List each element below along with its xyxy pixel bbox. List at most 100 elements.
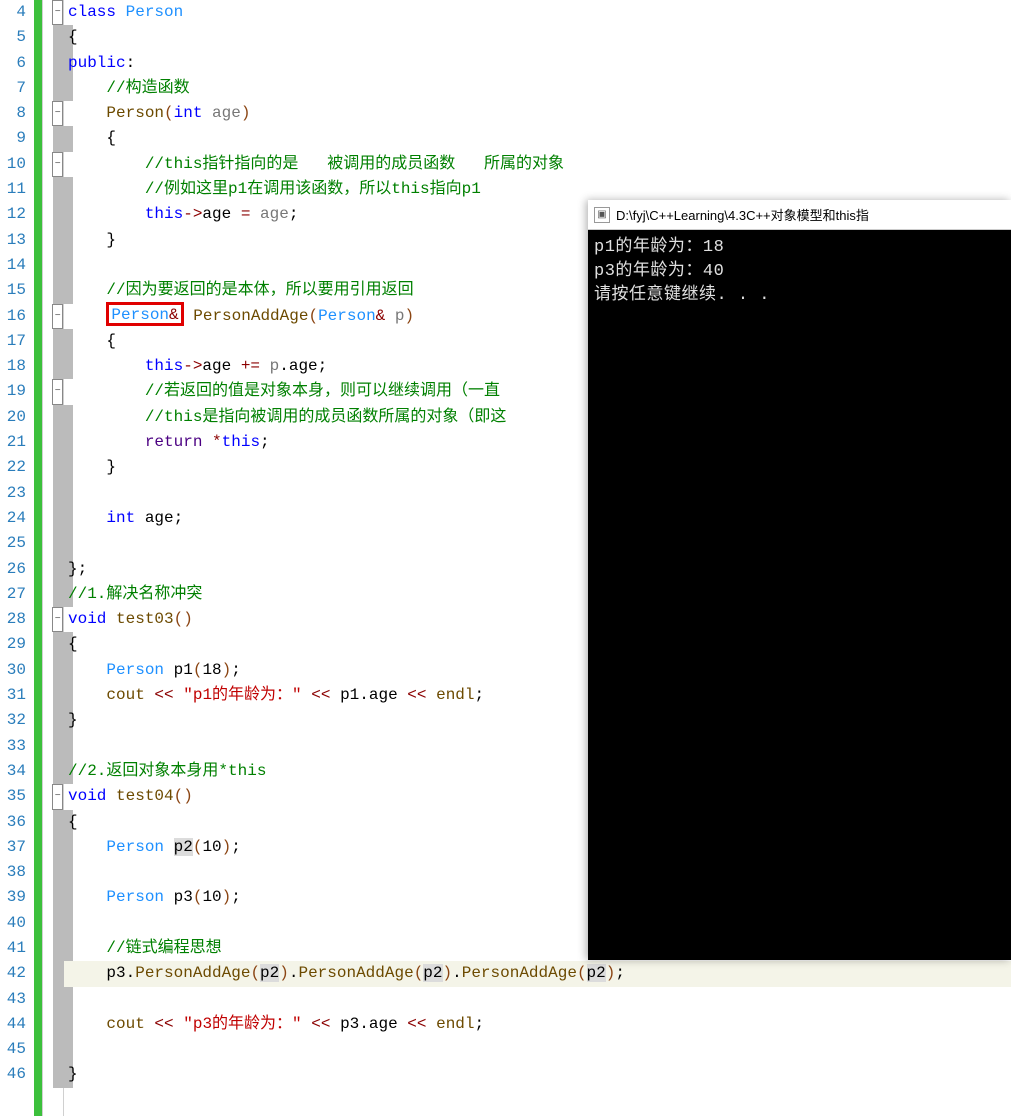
line-number: 43 [0,987,26,1012]
fold-cell[interactable]: − [43,784,63,809]
fold-toggle-icon[interactable]: − [52,0,63,25]
fold-cell[interactable] [43,228,63,253]
fold-cell[interactable] [43,25,63,50]
fold-cell[interactable]: − [43,0,63,25]
text-token: { [68,635,78,653]
fold-cell[interactable] [43,708,63,733]
fold-cell[interactable] [43,557,63,582]
fold-cell[interactable] [43,658,63,683]
line-number: 25 [0,531,26,556]
fold-cell[interactable] [43,860,63,885]
line-number: 45 [0,1037,26,1062]
op-token: << [407,686,426,704]
code-line[interactable]: //例如这里p1在调用该函数，所以this指向p1 [64,177,1011,202]
fold-cell[interactable] [43,329,63,354]
text-token: p3. [68,964,135,982]
code-line[interactable] [64,1037,1011,1062]
fold-cell[interactable] [43,759,63,784]
fold-cell[interactable] [43,354,63,379]
code-line[interactable]: Person(int age) [64,101,1011,126]
fold-cell[interactable] [43,987,63,1012]
code-line[interactable]: //this指针指向的是 被调用的成员函数 所属的对象 [64,152,1011,177]
console-window[interactable]: ▣ D:\fyj\C++Learning\4.3C++对象模型和this指 p1… [588,200,1011,960]
fold-cell[interactable]: − [43,607,63,632]
fold-cell[interactable]: − [43,101,63,126]
fold-cell[interactable] [43,885,63,910]
gray-token: age [212,104,241,122]
fold-toggle-icon[interactable]: − [52,379,63,404]
fold-cell[interactable] [43,76,63,101]
code-line[interactable]: { [64,126,1011,151]
text-token: ; [260,433,270,451]
fold-cell[interactable] [43,632,63,657]
fold-toggle-icon[interactable]: − [52,607,63,632]
fold-cell[interactable] [43,1062,63,1087]
sel-token: p2 [260,964,279,982]
cmt-token: //因为要返回的是本体，所以要用引用返回 [106,281,413,299]
line-number: 5 [0,25,26,50]
fold-cell[interactable] [43,734,63,759]
fold-cell[interactable] [43,278,63,303]
fold-cell[interactable] [43,961,63,986]
fold-cell[interactable]: − [43,152,63,177]
fold-cell[interactable] [43,1037,63,1062]
paren-token: ) [606,964,616,982]
fold-column[interactable]: − − − − − − − [42,0,64,1116]
fold-cell[interactable]: − [43,379,63,404]
line-number: 29 [0,632,26,657]
fold-cell[interactable] [43,126,63,151]
fold-cell[interactable] [43,582,63,607]
builtin-token: cout [106,686,144,704]
line-number: 41 [0,936,26,961]
fold-cell[interactable] [43,481,63,506]
console-titlebar[interactable]: ▣ D:\fyj\C++Learning\4.3C++对象模型和this指 [588,200,1011,230]
code-line[interactable] [64,987,1011,1012]
kw-blue-token: void [68,787,106,805]
fold-cell[interactable] [43,253,63,278]
fold-cell[interactable] [43,455,63,480]
fold-toggle-icon[interactable]: − [52,101,63,126]
text-token [68,307,106,325]
fold-cell[interactable] [43,531,63,556]
console-output[interactable]: p1的年龄为：18p3的年龄为：40请按任意键继续. . . [588,230,1011,314]
fold-cell[interactable] [43,405,63,430]
fold-cell[interactable] [43,506,63,531]
num-token: 10 [202,838,221,856]
fold-cell[interactable] [43,51,63,76]
text-token: ; [289,205,299,223]
code-line[interactable]: class Person [64,0,1011,25]
cmt-token: //1.解决名称冲突 [68,585,202,603]
text-token [202,433,212,451]
text-token: age [202,357,240,375]
cmt-token: //this指针指向的是 被调用的成员函数 所属的对象 [145,155,564,173]
fold-cell[interactable] [43,911,63,936]
fold-cell[interactable] [43,835,63,860]
fold-cell[interactable] [43,430,63,455]
fold-toggle-icon[interactable]: − [52,152,63,177]
fold-toggle-icon[interactable]: − [52,784,63,809]
line-number: 9 [0,126,26,151]
code-line[interactable]: cout << "p3的年龄为：" << p3.age << endl; [64,1012,1011,1037]
fold-toggle-icon[interactable]: − [52,304,63,329]
code-line[interactable]: public: [64,51,1011,76]
fold-cell[interactable]: − [43,304,63,329]
fold-cell[interactable] [43,1012,63,1037]
fold-cell[interactable] [43,683,63,708]
code-line[interactable]: } [64,1062,1011,1087]
fold-cell[interactable] [43,202,63,227]
fold-cell[interactable] [43,810,63,835]
line-number: 24 [0,506,26,531]
text-token: } [68,1065,78,1083]
code-line[interactable]: p3.PersonAddAge(p2).PersonAddAge(p2).Per… [64,961,1011,986]
code-line[interactable]: //构造函数 [64,76,1011,101]
text-token [68,104,106,122]
fold-cell[interactable] [43,177,63,202]
code-line[interactable]: { [64,25,1011,50]
kw-blue-token: int [106,509,135,527]
console-line: p1的年龄为：18 [594,236,1005,260]
paren-token: ( [193,838,203,856]
paren-token: () [174,610,193,628]
fold-cell[interactable] [43,936,63,961]
type-token: Person [106,888,164,906]
cmt-token: //若返回的值是对象本身，则可以继续调用（一直 [145,382,500,400]
